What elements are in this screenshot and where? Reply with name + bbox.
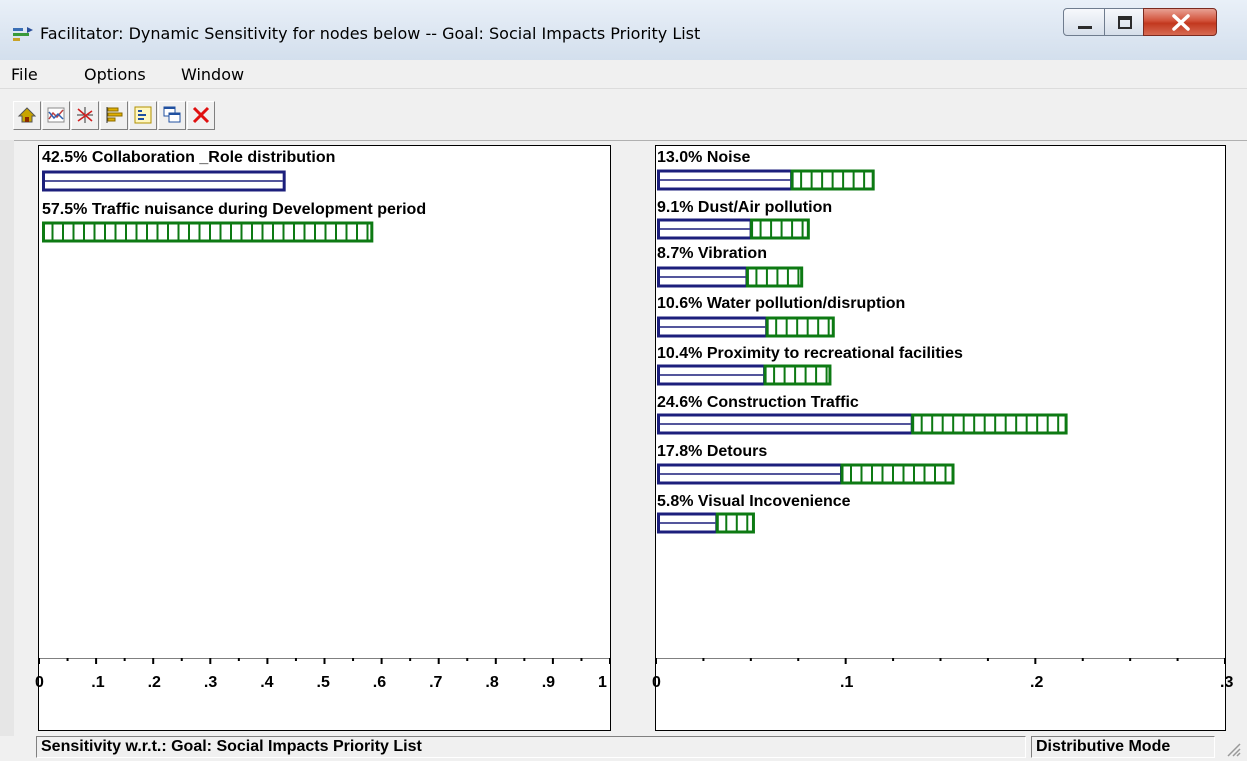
right-item-label-7: 5.8% Visual Incovenience xyxy=(657,493,851,510)
right-item-bar-0[interactable] xyxy=(657,169,1217,191)
left-item-bar-0[interactable] xyxy=(42,170,602,192)
right-axis-tick-label: 0 xyxy=(652,674,661,691)
status-bar: Sensitivity w.r.t.: Goal: Social Impacts… xyxy=(0,736,1247,761)
menu-window[interactable]: Window xyxy=(181,65,244,84)
close-icon xyxy=(1172,14,1190,31)
right-item-label-0: 13.0% Noise xyxy=(657,149,751,166)
home-button[interactable] xyxy=(13,101,41,130)
close-x-icon xyxy=(192,106,210,124)
home-icon xyxy=(17,107,37,123)
resize-grip-icon[interactable] xyxy=(1222,738,1242,758)
bar-graph-icon xyxy=(106,107,123,123)
left-axis-tick-label: 0 xyxy=(35,674,44,691)
minimize-icon xyxy=(1078,26,1092,29)
right-item-bar-3[interactable] xyxy=(657,316,1217,338)
left-item-bar-1[interactable] xyxy=(42,221,602,243)
alternative-segment xyxy=(840,463,955,485)
right-item-bar-1[interactable] xyxy=(657,218,1217,240)
bar-sensitivity-button[interactable] xyxy=(100,101,128,130)
alternative-segment xyxy=(42,221,374,243)
status-sensitivity-wrt: Sensitivity w.r.t.: Goal: Social Impacts… xyxy=(36,736,1026,758)
right-item-bar-6[interactable] xyxy=(657,463,1217,485)
maximize-icon xyxy=(1118,16,1132,29)
close-chart-button[interactable] xyxy=(187,101,215,130)
head-to-head-icon xyxy=(134,106,152,124)
right-item-bar-7[interactable] xyxy=(657,512,1217,534)
left-sensitivity-panel: 42.5% Collaboration _Role distribution 5… xyxy=(35,145,611,731)
gradient-graph-button[interactable] xyxy=(71,101,99,130)
right-item-label-5: 24.6% Construction Traffic xyxy=(657,394,859,411)
title-bar[interactable]: Facilitator: Dynamic Sensitivity for nod… xyxy=(0,0,1247,60)
left-item-label-0: 42.5% Collaboration _Role distribution xyxy=(42,149,336,166)
cascade-windows-icon xyxy=(163,106,181,123)
left-axis-tick-label: .8 xyxy=(485,674,499,691)
performance-graph-button[interactable] xyxy=(42,101,70,130)
menu-bar: File Options Window xyxy=(0,60,1247,89)
toolbar xyxy=(0,89,1247,141)
left-axis-tick-label: .3 xyxy=(203,674,218,691)
right-item-label-6: 17.8% Detours xyxy=(657,443,768,460)
window-title: Facilitator: Dynamic Sensitivity for nod… xyxy=(40,24,701,43)
right-item-bar-2[interactable] xyxy=(657,266,1217,288)
crosshair-graph-icon xyxy=(77,107,93,123)
left-axis-tick-label: .9 xyxy=(541,674,556,691)
alternative-segment xyxy=(911,413,1068,435)
right-item-label-1: 9.1% Dust/Air pollution xyxy=(657,199,833,216)
right-sensitivity-panel: 13.0% Noise 9.1% Dust/Air pollution 8.7%… xyxy=(652,145,1233,731)
left-axis-tick-label: .2 xyxy=(147,674,161,691)
line-graph-icon xyxy=(47,107,65,123)
app-window: Facilitator: Dynamic Sensitivity for nod… xyxy=(0,0,1247,761)
left-item-label-1: 57.5% Traffic nuisance during Developmen… xyxy=(42,201,427,218)
menu-file[interactable]: File xyxy=(11,65,38,84)
menu-options[interactable]: Options xyxy=(84,65,146,84)
close-button[interactable] xyxy=(1143,8,1217,36)
left-axis-tick-label: .1 xyxy=(91,674,105,691)
right-axis-tick-label: .1 xyxy=(840,674,854,691)
left-axis-tick-label: .5 xyxy=(316,674,330,691)
left-axis-tick-label: .6 xyxy=(372,674,387,691)
right-item-label-2: 8.7% Vibration xyxy=(657,245,767,262)
window-edge xyxy=(0,140,14,736)
right-axis-tick-label: .3 xyxy=(1220,674,1234,691)
cascade-button[interactable] xyxy=(158,101,186,130)
right-axis-tick-label: .2 xyxy=(1030,674,1044,691)
app-icon xyxy=(13,27,33,41)
right-axis xyxy=(656,658,1226,664)
status-mode: Distributive Mode xyxy=(1031,736,1215,758)
right-item-label-4: 10.4% Proximity to recreational faciliti… xyxy=(657,345,963,362)
right-item-label-3: 10.6% Water pollution/disruption xyxy=(657,295,906,312)
right-item-bar-4[interactable] xyxy=(657,364,1217,386)
head-to-head-button[interactable] xyxy=(129,101,157,130)
left-axis-tick-label: 1 xyxy=(598,674,607,691)
minimize-button[interactable] xyxy=(1063,8,1105,36)
left-axis-tick-label: .4 xyxy=(260,674,274,691)
left-axis-tick-label: .7 xyxy=(429,674,443,691)
maximize-button[interactable] xyxy=(1104,8,1144,36)
right-item-bar-5[interactable] xyxy=(657,413,1217,435)
